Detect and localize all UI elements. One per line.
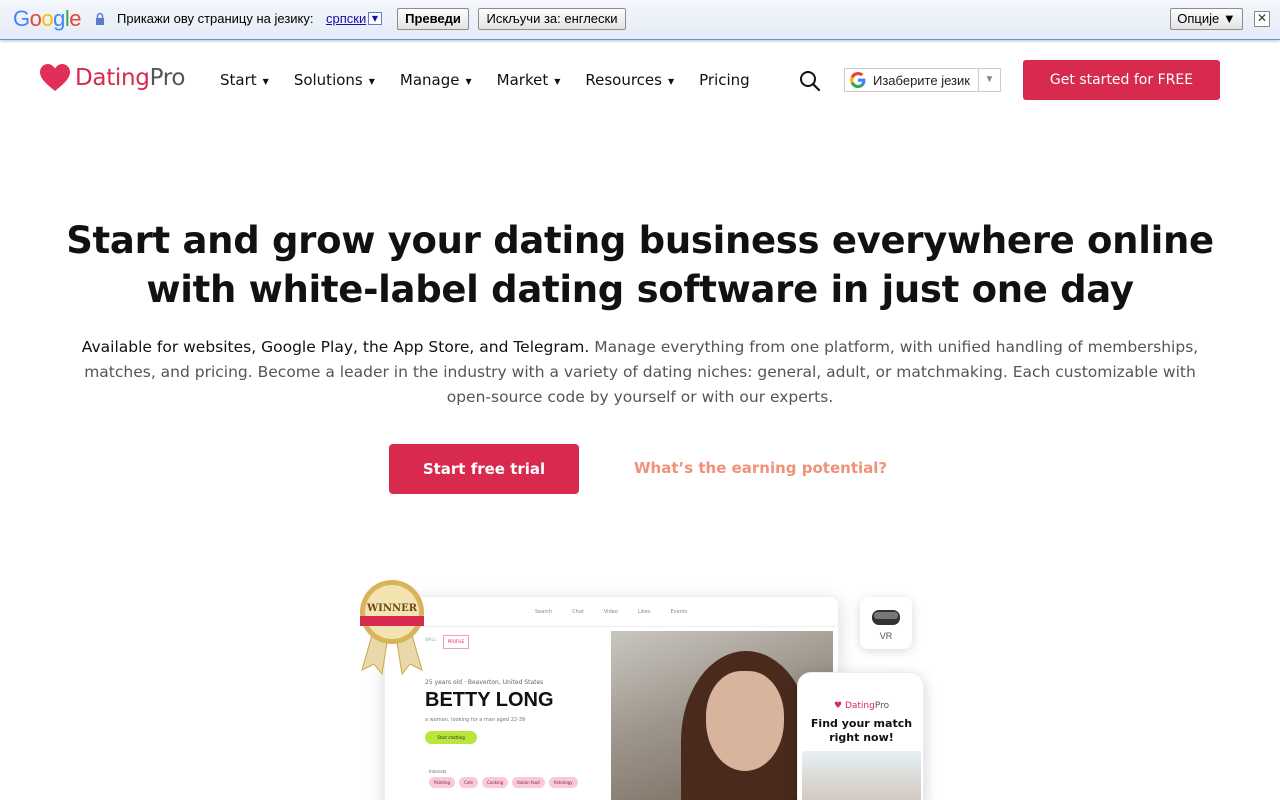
logo-pro-text: Pro <box>149 65 186 91</box>
heart-icon <box>40 64 70 91</box>
nav-item-label: Market <box>496 71 549 89</box>
mockup-profile-desc: a woman, looking for a man aged 22-39 <box>425 717 526 723</box>
mockup-tags: Painting Cats Cooking Italian food Astro… <box>429 777 582 788</box>
target-language-link[interactable]: српски <box>326 11 366 26</box>
mockup-tag: Cooking <box>482 777 509 788</box>
google-g-icon <box>850 72 866 88</box>
phone-logo-dating: Dating <box>844 701 875 711</box>
caret-down-icon: ▼ <box>667 76 675 86</box>
mockup-nav-item: Likes <box>637 608 651 615</box>
search-icon[interactable] <box>799 70 821 92</box>
mockup-profile-age: 25 years old · Beaverton, United States <box>425 679 544 686</box>
phone-heading: Find your match right now! <box>810 717 913 744</box>
mockup-start-chatting: Start chatting <box>425 731 477 744</box>
close-icon[interactable]: ✕ <box>1254 11 1270 27</box>
caret-down-icon: ▼ <box>465 76 472 86</box>
translate-prompt: Прикажи ову страницу на језику: <box>117 11 314 26</box>
main-nav: Start ▼ Solutions ▼ Manage ▼ Market ▼ Resour… <box>220 71 775 89</box>
language-dropdown-icon[interactable]: ▼ <box>368 12 382 25</box>
nav-item-label: Pricing <box>699 71 750 89</box>
options-button[interactable]: Опције ▼ <box>1170 8 1243 30</box>
nav-item-resources[interactable]: Resources ▼ <box>585 71 674 89</box>
badge-text: WINNER <box>366 603 418 614</box>
mockup-nav-item: Events <box>670 608 688 615</box>
get-started-button[interactable]: Get started for FREE <box>1023 60 1220 100</box>
nav-item-manage[interactable]: Manage ▼ <box>400 71 472 89</box>
nav-item-label: Resources <box>585 71 662 89</box>
nav-item-pricing[interactable]: Pricing <box>699 71 750 89</box>
site-logo[interactable]: DatingPro <box>40 64 185 92</box>
google-logo: Google <box>13 6 82 31</box>
lock-icon <box>96 12 104 25</box>
phone-photo <box>802 751 921 800</box>
hero-subtitle-strong: Available for websites, Google Play, the… <box>81 338 590 356</box>
mockup-tab-profile: PROFILE <box>443 635 469 649</box>
hero-subtitle: Available for websites, Google Play, the… <box>66 335 1214 410</box>
mockup-profile-name: BETTY LONG <box>425 689 554 711</box>
mockup-tag: Cats <box>459 777 478 788</box>
vr-headset-icon <box>872 610 900 625</box>
nav-item-solutions[interactable]: Solutions ▼ <box>294 71 375 89</box>
nav-item-market[interactable]: Market ▼ <box>497 71 561 89</box>
hero-title: Start and grow your dating business ever… <box>66 219 1214 311</box>
phone-logo: ♥ DatingPro <box>834 701 890 711</box>
mockup-nav-item: Video <box>603 608 618 615</box>
product-mockup: Search Chat Video Likes Events WALL PROF… <box>384 596 839 800</box>
language-select-label: Изаберите језик <box>873 72 970 88</box>
translate-button[interactable]: Преведи <box>397 8 469 30</box>
phone-logo-pro: Pro <box>874 701 890 711</box>
mockup-nav: Search Chat Video Likes Events <box>385 597 838 627</box>
translate-bar: Google Прикажи ову страницу на језику: с… <box>0 0 1280 40</box>
vr-card: VR <box>860 597 912 649</box>
earning-potential-link[interactable]: What’s the earning potential? <box>634 459 887 477</box>
caret-down-icon: ▼ <box>554 76 561 86</box>
mockup-nav-item: Search <box>535 608 553 615</box>
turn-off-translate-button[interactable]: Искључи за: енглески <box>478 8 626 30</box>
start-free-trial-button[interactable]: Start free trial <box>389 444 579 494</box>
mockup-tag: Painting <box>429 777 456 788</box>
caret-down-icon: ▼ <box>262 76 269 86</box>
language-select[interactable]: Изаберите језик ▼ <box>844 68 1001 92</box>
nav-item-label: Solutions <box>293 71 363 89</box>
mockup-nav-item: Chat <box>572 608 584 615</box>
mockup-interests-label: Interests <box>429 769 447 774</box>
caret-down-icon: ▼ <box>368 76 375 86</box>
vr-label: VR <box>879 631 893 641</box>
nav-item-label: Manage <box>399 71 460 89</box>
mockup-tag: Italian food <box>512 777 545 788</box>
logo-dating-text: Dating <box>75 65 150 91</box>
nav-item-label: Start <box>220 71 257 89</box>
phone-mockup: ♥ DatingPro Find your match right now! <box>797 672 924 800</box>
dropdown-arrow-icon: ▼ <box>978 69 1000 91</box>
winner-badge-icon: WINNER <box>360 580 424 676</box>
mockup-tag: Astrology <box>548 777 578 788</box>
nav-item-start[interactable]: Start ▼ <box>220 71 269 89</box>
